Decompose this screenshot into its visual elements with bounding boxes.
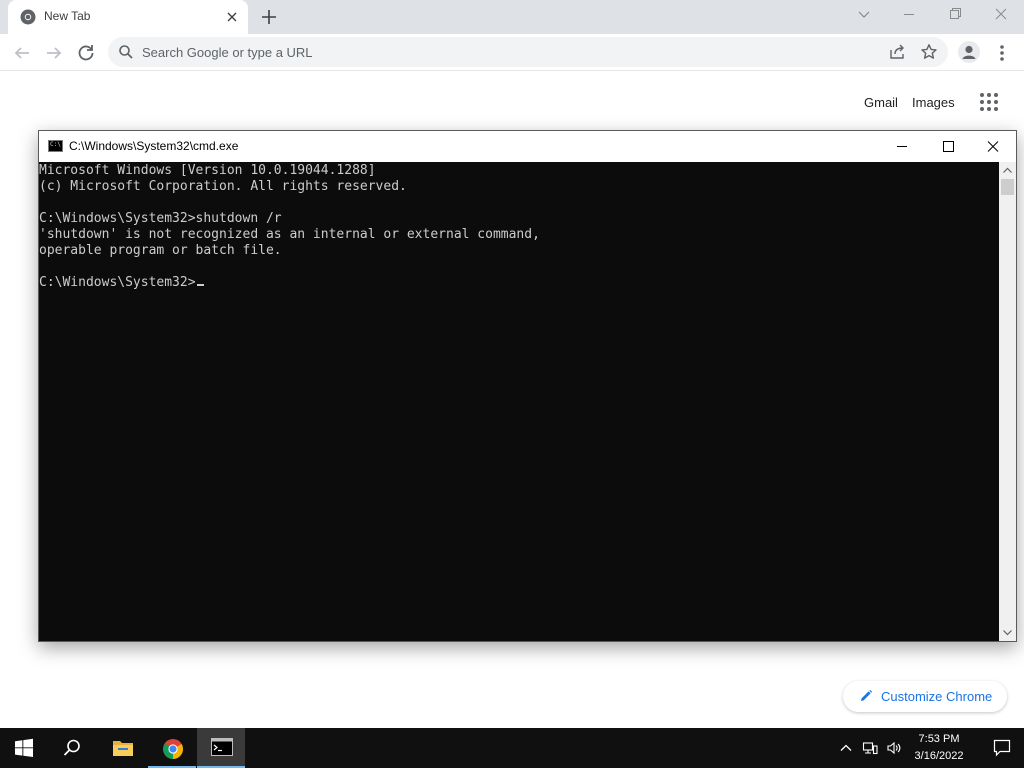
customize-chrome-button[interactable]: Customize Chrome xyxy=(843,681,1007,712)
cmd-icon-text: C:\ xyxy=(50,141,61,148)
new-tab-button[interactable] xyxy=(258,6,280,28)
browser-menu-icon[interactable] xyxy=(994,41,1010,65)
tab-close-icon[interactable] xyxy=(224,9,240,25)
cmd-console-output[interactable]: Microsoft Windows [Version 10.0.19044.12… xyxy=(39,162,999,641)
scroll-up-arrow-icon[interactable] xyxy=(999,162,1016,179)
windows-start-icon xyxy=(15,738,33,757)
scrollbar-thumb[interactable] xyxy=(1001,179,1014,195)
console-line: operable program or batch file. xyxy=(39,243,282,258)
chrome-icon xyxy=(163,739,183,759)
back-arrow-icon[interactable] xyxy=(10,41,34,65)
cmd-vertical-scrollbar[interactable] xyxy=(999,162,1016,641)
network-icon[interactable] xyxy=(862,740,878,756)
reload-icon[interactable] xyxy=(74,41,98,65)
console-line: (c) Microsoft Corporation. All rights re… xyxy=(39,179,407,194)
taskbar-chrome[interactable] xyxy=(148,728,196,768)
text-cursor xyxy=(196,284,204,286)
images-link[interactable]: Images xyxy=(912,95,955,110)
browser-restore-button[interactable] xyxy=(941,3,969,25)
clock-date: 3/16/2022 xyxy=(914,750,964,762)
browser-close-button[interactable] xyxy=(987,3,1015,25)
google-apps-icon[interactable] xyxy=(980,93,1000,113)
cmd-title-bar[interactable]: C:\ C:\Windows\System32\cmd.exe xyxy=(39,131,1016,162)
console-line: Microsoft Windows [Version 10.0.19044.12… xyxy=(39,163,376,178)
console-prompt: C:\Windows\System32> xyxy=(39,275,196,290)
action-center-button[interactable] xyxy=(980,728,1024,768)
console-line: C:\Windows\System32>shutdown /r xyxy=(39,211,282,226)
pencil-icon xyxy=(861,689,873,701)
share-icon[interactable] xyxy=(888,43,906,61)
tab-search-chevron-icon[interactable] xyxy=(850,3,878,25)
clock-time: 7:53 PM xyxy=(918,733,960,745)
omnibox-placeholder: Search Google or type a URL xyxy=(142,45,313,60)
chrome-favicon-icon xyxy=(20,9,36,25)
notification-icon xyxy=(993,739,1011,757)
bookmark-star-icon[interactable] xyxy=(920,43,938,61)
cmd-window-icon: C:\ xyxy=(48,140,63,152)
customize-chrome-label: Customize Chrome xyxy=(881,689,993,704)
tab-new-tab[interactable]: New Tab xyxy=(8,0,248,34)
search-icon xyxy=(119,45,133,59)
taskbar-cmd[interactable] xyxy=(197,728,245,768)
profile-avatar-icon[interactable] xyxy=(958,41,980,63)
forward-arrow-icon[interactable] xyxy=(42,41,66,65)
gmail-link[interactable]: Gmail xyxy=(864,95,898,110)
browser-toolbar: Search Google or type a URL xyxy=(0,34,1024,71)
scroll-down-arrow-icon[interactable] xyxy=(999,624,1016,641)
start-button[interactable] xyxy=(0,728,48,768)
cmd-minimize-button[interactable] xyxy=(879,131,925,162)
cmd-maximize-button[interactable] xyxy=(925,131,971,162)
omnibox[interactable]: Search Google or type a URL xyxy=(108,37,948,67)
cmd-close-button[interactable] xyxy=(970,131,1016,162)
cmd-window-title: C:\Windows\System32\cmd.exe xyxy=(69,139,239,153)
taskbar-clock[interactable]: 7:53 PM 3/16/2022 xyxy=(906,731,972,765)
console-line: 'shutdown' is not recognized as an inter… xyxy=(39,227,540,242)
taskbar-file-explorer[interactable] xyxy=(98,728,146,768)
search-icon xyxy=(63,739,80,756)
volume-icon[interactable] xyxy=(886,740,902,756)
file-explorer-icon xyxy=(113,741,133,756)
chevron-up-icon[interactable] xyxy=(838,740,854,756)
windows-taskbar: 7:53 PM 3/16/2022 xyxy=(0,728,1024,768)
browser-minimize-button[interactable] xyxy=(895,3,923,25)
console-prompt-line[interactable]: C:\Windows\System32> xyxy=(39,275,999,291)
cmd-icon xyxy=(211,738,233,756)
taskbar-search-button[interactable] xyxy=(48,728,96,768)
tab-title: New Tab xyxy=(44,9,91,23)
cmd-window: C:\ C:\Windows\System32\cmd.exe Microsof… xyxy=(38,130,1017,642)
tab-strip: New Tab xyxy=(0,0,1024,34)
